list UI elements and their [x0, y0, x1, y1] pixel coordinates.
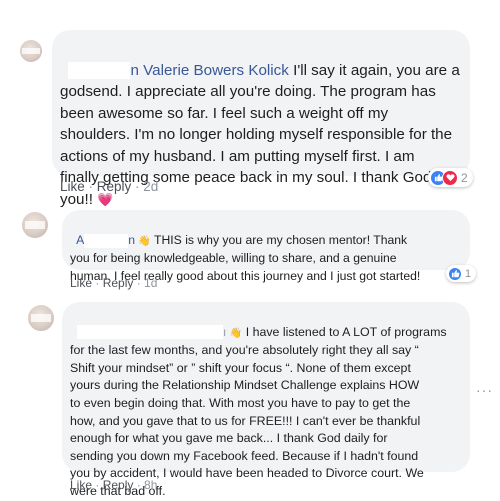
reactions-summary[interactable]: 1 [446, 265, 477, 282]
thumbs-up-icon [448, 266, 462, 281]
line: n Valerie Bowers Kolick I'll say it agai… [68, 61, 460, 79]
line: to even begin doing that. With most you … [70, 395, 411, 410]
line: Shift your mindset” or ” shift your focu… [70, 360, 411, 375]
commenter-name[interactable]: ı [223, 325, 226, 339]
commenter-avatar[interactable] [20, 40, 42, 62]
line: ı 👋 I have listened to A LOT of programs [76, 325, 447, 340]
line: godsend. I appreciate all you're doing. … [60, 83, 436, 100]
line: yours during the Relationship Mindset Ch… [70, 378, 420, 393]
line: enough for what you gave me back... I th… [70, 431, 388, 446]
timestamp[interactable]: 2d [143, 179, 158, 194]
comment-text: ı 👋 I have listened to A LOT of programs… [70, 306, 447, 501]
line: actions of my husband. I am putting myse… [60, 147, 415, 165]
reply-link[interactable]: Reply [97, 179, 132, 194]
commenter-avatar[interactable] [28, 305, 54, 331]
commenter-name[interactable]: A [76, 233, 84, 247]
line: been awesome so far. I feel such a weigh… [60, 104, 389, 122]
line: An 👋 THIS is why you are my chosen mento… [76, 233, 408, 248]
avatar-redaction [22, 47, 40, 55]
name-redaction [76, 325, 223, 340]
more-options-icon[interactable]: ··· [476, 382, 493, 398]
name-redaction [84, 233, 129, 248]
avatar-redaction [24, 221, 46, 229]
reply-link[interactable]: Reply [103, 276, 134, 290]
line: sending you down my Facebook feed. Becau… [70, 448, 419, 463]
reaction-count: 1 [465, 267, 472, 280]
like-link[interactable]: Like [60, 179, 85, 194]
timestamp[interactable]: 1d [144, 276, 157, 290]
comment-actions: Like · Reply · 2d [60, 179, 159, 194]
commenter-avatar[interactable] [22, 212, 48, 238]
line: shoulders. I'm no longer holding myself … [60, 126, 453, 143]
reaction-count: 2 [461, 170, 468, 185]
heart-icon [442, 169, 458, 186]
wave-emoji: 👋 [229, 327, 243, 339]
line: how, and you gave that to us for FREE!!!… [70, 413, 421, 428]
line: for the last few months, and you're abso… [70, 343, 419, 358]
wave-emoji: 👋 [138, 236, 151, 248]
comment-actions: Like · Reply · 8h [70, 478, 158, 492]
commenter-name-end[interactable]: n [128, 233, 135, 247]
avatar-redaction [30, 314, 52, 322]
name-redaction [68, 61, 131, 79]
commenter-name[interactable]: n Valerie Bowers Kolick [130, 62, 288, 79]
reactions-summary[interactable]: 2 [428, 168, 473, 187]
like-link[interactable]: Like [70, 478, 92, 492]
timestamp[interactable]: 8h [144, 478, 157, 492]
like-link[interactable]: Like [70, 276, 92, 290]
comment-actions: Like · Reply · 1d [70, 276, 158, 290]
comment-text: An 👋 THIS is why you are my chosen mento… [70, 215, 420, 285]
line: you for being knowledgeable, willing to … [70, 251, 397, 266]
reply-link[interactable]: Reply [103, 478, 134, 492]
